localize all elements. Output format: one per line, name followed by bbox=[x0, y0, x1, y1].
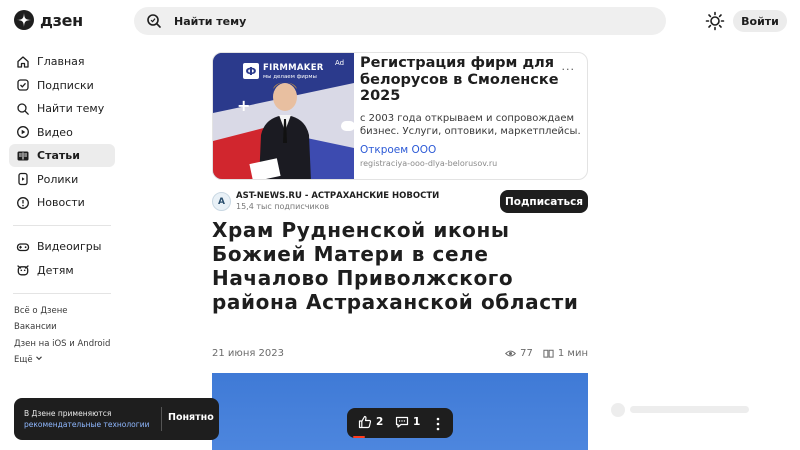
subscribe-button[interactable]: Подписаться bbox=[500, 190, 588, 213]
ad-url: registraciya-ooo-dlya-belorusov.ru bbox=[360, 158, 498, 168]
sidebar-item-label: Новости bbox=[37, 196, 85, 209]
more-actions-icon[interactable] bbox=[436, 416, 440, 431]
channel-name[interactable]: AST-NEWS.RU - АСТРАХАНСКИЕ НОВОСТИ bbox=[236, 191, 439, 201]
channel-subscribers: 15,4 тыс подписчиков bbox=[236, 202, 330, 211]
article-title: Храм Рудненской иконы Божией Матери в се… bbox=[212, 218, 579, 314]
ad-brand-name: FIRMMAKER bbox=[263, 63, 324, 73]
eye-icon bbox=[505, 350, 517, 357]
cookie-banner: В Дзене применяются рекомендательные тех… bbox=[14, 398, 219, 440]
cookie-text: В Дзене применяются рекомендательные тех… bbox=[24, 409, 149, 430]
search-input[interactable] bbox=[174, 14, 654, 28]
cookie-link[interactable]: рекомендательные технологии bbox=[24, 420, 149, 429]
chevron-down-icon bbox=[36, 356, 43, 361]
gamepad-icon bbox=[16, 242, 30, 251]
zen-logo[interactable]: дзен bbox=[14, 10, 83, 30]
footer-link-about[interactable]: Всё о Дзене bbox=[14, 303, 115, 320]
sidebar-item-find-topic[interactable]: Найти тему bbox=[9, 97, 115, 120]
sidebar-divider bbox=[13, 292, 111, 294]
firmmaker-logo-icon: Ф bbox=[243, 63, 259, 79]
comments-count: 1 bbox=[413, 416, 421, 428]
zen-logo-icon bbox=[14, 10, 34, 30]
sidebar-item-label: Видео bbox=[37, 125, 73, 139]
reactions-bar: 2 1 bbox=[347, 408, 453, 438]
search-icon bbox=[147, 14, 161, 28]
ad-brand-block: Ф FIRMMAKER мы делаем фирмы bbox=[243, 61, 323, 85]
search-bar[interactable] bbox=[134, 7, 666, 35]
article-meta: 21 июня 2023 77 1 мин bbox=[212, 348, 588, 362]
channel-row: А AST-NEWS.RU - АСТРАХАНСКИЕ НОВОСТИ 15,… bbox=[212, 190, 588, 214]
ad-brand-tagline: мы делаем фирмы bbox=[263, 74, 317, 80]
clips-icon bbox=[18, 172, 28, 186]
like-indicator bbox=[353, 436, 365, 438]
logo-text: дзен bbox=[40, 10, 83, 30]
top-header: дзен Войти bbox=[0, 0, 800, 42]
ad-title[interactable]: Регистрация фирм для белорусов в Смоленс… bbox=[360, 55, 585, 105]
ad-body: Регистрация фирм для белорусов в Смоленс… bbox=[360, 55, 585, 168]
footer-link-mobile-apps[interactable]: Дзен на iOS и Android bbox=[14, 336, 115, 353]
subscriptions-icon bbox=[17, 79, 29, 91]
footer-link-vacancies[interactable]: Вакансии bbox=[14, 319, 115, 336]
sidebar-item-articles[interactable]: Статьи bbox=[9, 144, 115, 167]
cookie-divider bbox=[161, 407, 162, 431]
read-time: 1 мин bbox=[557, 348, 588, 359]
sidebar-footer-links: Всё о Дзене Вакансии Дзен на iOS и Andro… bbox=[9, 303, 115, 369]
loading-placeholder-line bbox=[630, 406, 749, 413]
comment-icon bbox=[395, 416, 409, 428]
sidebar-item-news[interactable]: Новости bbox=[9, 191, 115, 214]
views-count: 77 bbox=[520, 348, 533, 359]
sidebar-item-kids[interactable]: Детям bbox=[9, 259, 115, 282]
sidebar-item-clips[interactable]: Ролики bbox=[9, 168, 115, 191]
like-button[interactable]: 2 bbox=[358, 415, 383, 429]
sidebar: Главная Подписки Найти тему Видео Статьи… bbox=[9, 50, 115, 369]
login-button[interactable]: Войти bbox=[733, 10, 787, 32]
likes-count: 2 bbox=[376, 416, 384, 428]
comments-button[interactable]: 1 bbox=[395, 415, 420, 429]
sidebar-item-label: Главная bbox=[37, 55, 85, 68]
channel-avatar[interactable]: А bbox=[212, 192, 231, 211]
cookie-text-line: В Дзене применяются bbox=[24, 409, 112, 418]
sidebar-item-label: Ролики bbox=[37, 172, 79, 186]
svg-text:+: + bbox=[237, 96, 250, 115]
article-date: 21 июня 2023 bbox=[212, 348, 285, 359]
news-icon bbox=[17, 196, 29, 209]
sidebar-item-label: Подписки bbox=[37, 78, 94, 92]
ad-label: Ad bbox=[335, 59, 345, 67]
sidebar-item-video[interactable]: Видео bbox=[9, 121, 115, 144]
articles-icon bbox=[17, 151, 29, 160]
ad-text: с 2003 года открываем и сопровождаем биз… bbox=[360, 112, 581, 137]
article-stats: 77 1 мин bbox=[505, 348, 588, 359]
video-icon bbox=[17, 126, 29, 138]
book-icon bbox=[543, 349, 554, 358]
sidebar-item-label: Статьи bbox=[37, 149, 80, 162]
ad-cta-link[interactable]: Откроем ООО bbox=[360, 144, 585, 156]
loading-placeholder-avatar bbox=[611, 403, 625, 417]
home-icon bbox=[17, 55, 29, 68]
sidebar-item-label: Видеоигры bbox=[37, 240, 102, 253]
sidebar-item-home[interactable]: Главная bbox=[9, 50, 115, 73]
more-label: Ещё bbox=[14, 355, 33, 365]
theme-toggle-icon[interactable] bbox=[705, 11, 725, 31]
cookie-accept-button[interactable]: Понятно bbox=[168, 412, 214, 423]
sidebar-item-videogames[interactable]: Видеоигры bbox=[9, 235, 115, 258]
ad-menu-button[interactable]: ··· bbox=[562, 63, 576, 76]
kids-icon bbox=[17, 265, 29, 276]
sidebar-item-subscriptions[interactable]: Подписки bbox=[9, 74, 115, 97]
sidebar-item-label: Детям bbox=[37, 263, 74, 277]
footer-more-button[interactable]: Ещё bbox=[14, 352, 115, 369]
thumbs-up-icon bbox=[358, 415, 372, 429]
sidebar-item-label: Найти тему bbox=[37, 102, 105, 115]
ad-card[interactable]: + Ф FIRMMAKER мы делаем фирмы Ad Регистр… bbox=[212, 52, 588, 180]
search-icon bbox=[17, 102, 29, 115]
sidebar-divider bbox=[13, 225, 111, 226]
